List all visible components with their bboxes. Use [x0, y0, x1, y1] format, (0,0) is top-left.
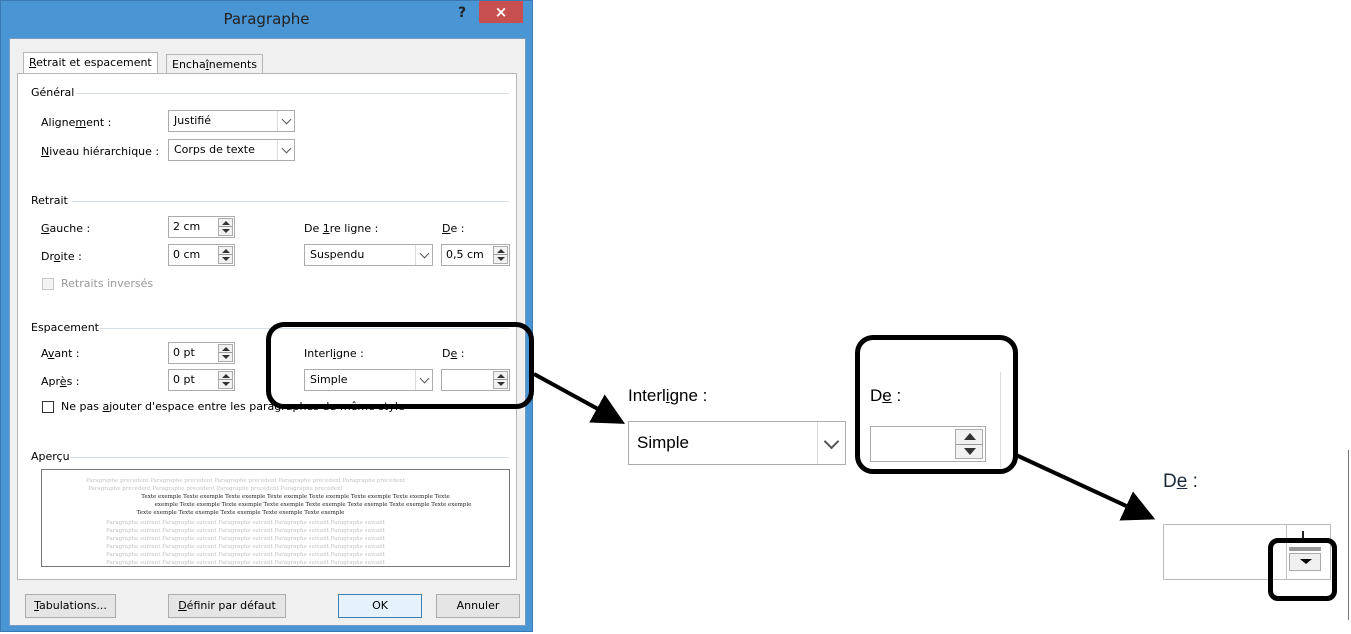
- arrows-overlay: [533, 372, 1156, 521]
- arrow-icon: [1015, 453, 1156, 521]
- arrow-icon: [533, 372, 626, 424]
